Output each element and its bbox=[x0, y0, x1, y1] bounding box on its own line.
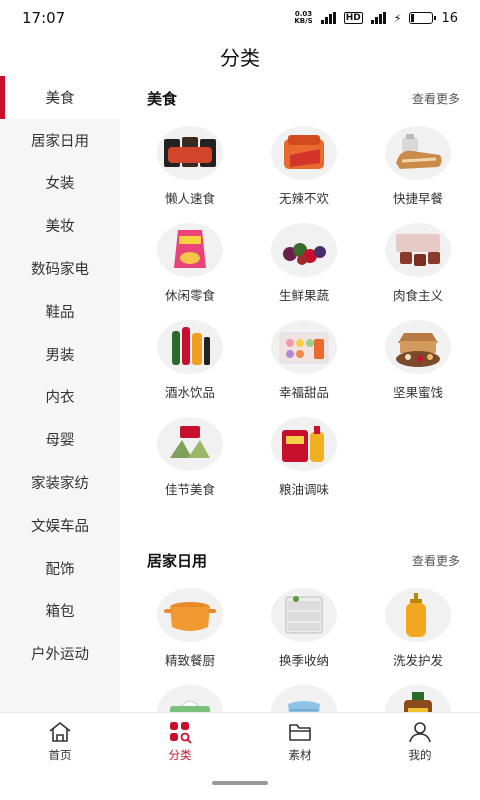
tab-materials[interactable]: 素材 bbox=[240, 713, 360, 770]
drinks-image bbox=[157, 320, 223, 374]
sidebar-item-beauty[interactable]: 美妆 bbox=[0, 204, 120, 247]
signal-icon bbox=[370, 12, 386, 24]
bottom-tab-bar: 首页 分类 素材 我的 bbox=[0, 712, 480, 770]
section-header: 美食 查看更多 bbox=[120, 76, 480, 120]
sidebar-item-bags[interactable]: 箱包 bbox=[0, 590, 120, 633]
grain-oil-image bbox=[271, 417, 337, 471]
storage-image bbox=[271, 588, 337, 642]
category-sidebar: 美食 居家日用 女装 美妆 数码家电 鞋品 男装 内衣 母婴 家装家纺 文娱车品… bbox=[0, 76, 120, 712]
tab-home[interactable]: 首页 bbox=[0, 713, 120, 770]
tab-profile[interactable]: 我的 bbox=[360, 713, 480, 770]
see-more-link[interactable]: 查看更多 bbox=[412, 90, 460, 107]
instant-food-image bbox=[157, 126, 223, 180]
sidebar-item-mens-wear[interactable]: 男装 bbox=[0, 333, 120, 376]
status-bar: 17:07 0.03 KB/S HD ⚡ 16 bbox=[0, 0, 480, 36]
sidebar-item-entertainment-car[interactable]: 文娱车品 bbox=[0, 504, 120, 547]
tab-category[interactable]: 分类 bbox=[120, 713, 240, 770]
subcategory-item[interactable] bbox=[133, 679, 247, 712]
section-header: 居家日用 查看更多 bbox=[120, 538, 480, 582]
subcategory-item[interactable]: 肉食主义 bbox=[361, 217, 475, 314]
sidebar-item-household[interactable]: 居家日用 bbox=[0, 119, 120, 162]
folder-icon bbox=[289, 724, 311, 741]
subcategory-item[interactable]: 佳节美食 bbox=[133, 411, 247, 508]
hd-icon: HD bbox=[343, 12, 363, 24]
shampoo-image bbox=[385, 588, 451, 642]
home-indicator[interactable] bbox=[212, 781, 268, 785]
signal-4g-icon bbox=[320, 12, 336, 24]
disinfectant-image bbox=[385, 685, 451, 712]
subcategory-item[interactable]: 坚果蜜饯 bbox=[361, 314, 475, 411]
category-icon bbox=[170, 722, 192, 744]
cookware-image bbox=[157, 588, 223, 642]
snacks-image bbox=[157, 223, 223, 277]
meat-image bbox=[385, 223, 451, 277]
subcategory-item[interactable]: 快捷早餐 bbox=[361, 120, 475, 217]
nuts-image bbox=[385, 320, 451, 374]
status-icons: 0.03 KB/S HD ⚡ 16 bbox=[294, 11, 458, 26]
subcategory-item[interactable] bbox=[361, 679, 475, 712]
sidebar-item-home-textiles[interactable]: 家装家纺 bbox=[0, 461, 120, 504]
subcategory-item[interactable]: 懒人速食 bbox=[133, 120, 247, 217]
subcategory-item[interactable]: 酒水饮品 bbox=[133, 314, 247, 411]
sidebar-item-outdoor[interactable]: 户外运动 bbox=[0, 632, 120, 675]
fresh-produce-image bbox=[271, 223, 337, 277]
subcategory-item[interactable]: 幸福甜品 bbox=[247, 314, 361, 411]
sidebar-item-baby[interactable]: 母婴 bbox=[0, 418, 120, 461]
user-icon bbox=[409, 722, 431, 743]
subcategory-item[interactable]: 粮油调味 bbox=[247, 411, 361, 508]
tissue-image bbox=[157, 685, 223, 712]
sidebar-item-accessories[interactable]: 配饰 bbox=[0, 547, 120, 590]
page-title-bar: 分类 bbox=[0, 36, 480, 76]
status-time: 17:07 bbox=[22, 9, 66, 27]
breakfast-image bbox=[385, 126, 451, 180]
home-icon bbox=[49, 722, 71, 742]
sidebar-item-underwear[interactable]: 内衣 bbox=[0, 376, 120, 419]
subcategory-item[interactable]: 洗发护发 bbox=[361, 582, 475, 679]
subcategory-item[interactable]: 无辣不欢 bbox=[247, 120, 361, 217]
section-title: 美食 bbox=[147, 89, 178, 108]
page-title: 分类 bbox=[220, 45, 260, 70]
section-title: 居家日用 bbox=[147, 551, 208, 570]
subcategory-grid: 懒人速食 无辣不欢 快捷早餐 休闲零食 生鲜果蔬 肉食主义 酒水饮品 幸福甜品 … bbox=[120, 120, 480, 508]
sidebar-item-food[interactable]: 美食 bbox=[0, 76, 120, 119]
subcategory-item[interactable]: 休闲零食 bbox=[133, 217, 247, 314]
see-more-link[interactable]: 查看更多 bbox=[412, 552, 460, 569]
subcategory-item[interactable] bbox=[247, 679, 361, 712]
charging-icon: ⚡ bbox=[393, 11, 402, 25]
festival-food-image bbox=[157, 417, 223, 471]
dessert-image bbox=[271, 320, 337, 374]
category-content: 美食 查看更多 懒人速食 无辣不欢 快捷早餐 休闲零食 生鲜果蔬 肉食主义 酒水… bbox=[120, 76, 480, 712]
sidebar-item-womens-wear[interactable]: 女装 bbox=[0, 162, 120, 205]
subcategory-item[interactable]: 生鲜果蔬 bbox=[247, 217, 361, 314]
subcategory-item[interactable]: 精致餐厨 bbox=[133, 582, 247, 679]
spicy-food-image bbox=[271, 126, 337, 180]
subcategory-grid: 精致餐厨 换季收纳 洗发护发 bbox=[120, 582, 480, 712]
battery-icon bbox=[409, 12, 437, 24]
face-mask-image bbox=[271, 685, 337, 712]
sidebar-item-shoes[interactable]: 鞋品 bbox=[0, 290, 120, 333]
subcategory-item[interactable]: 换季收纳 bbox=[247, 582, 361, 679]
net-speed: 0.03 KB/S bbox=[294, 10, 313, 25]
sidebar-item-electronics[interactable]: 数码家电 bbox=[0, 247, 120, 290]
battery-level: 16 bbox=[441, 10, 458, 26]
